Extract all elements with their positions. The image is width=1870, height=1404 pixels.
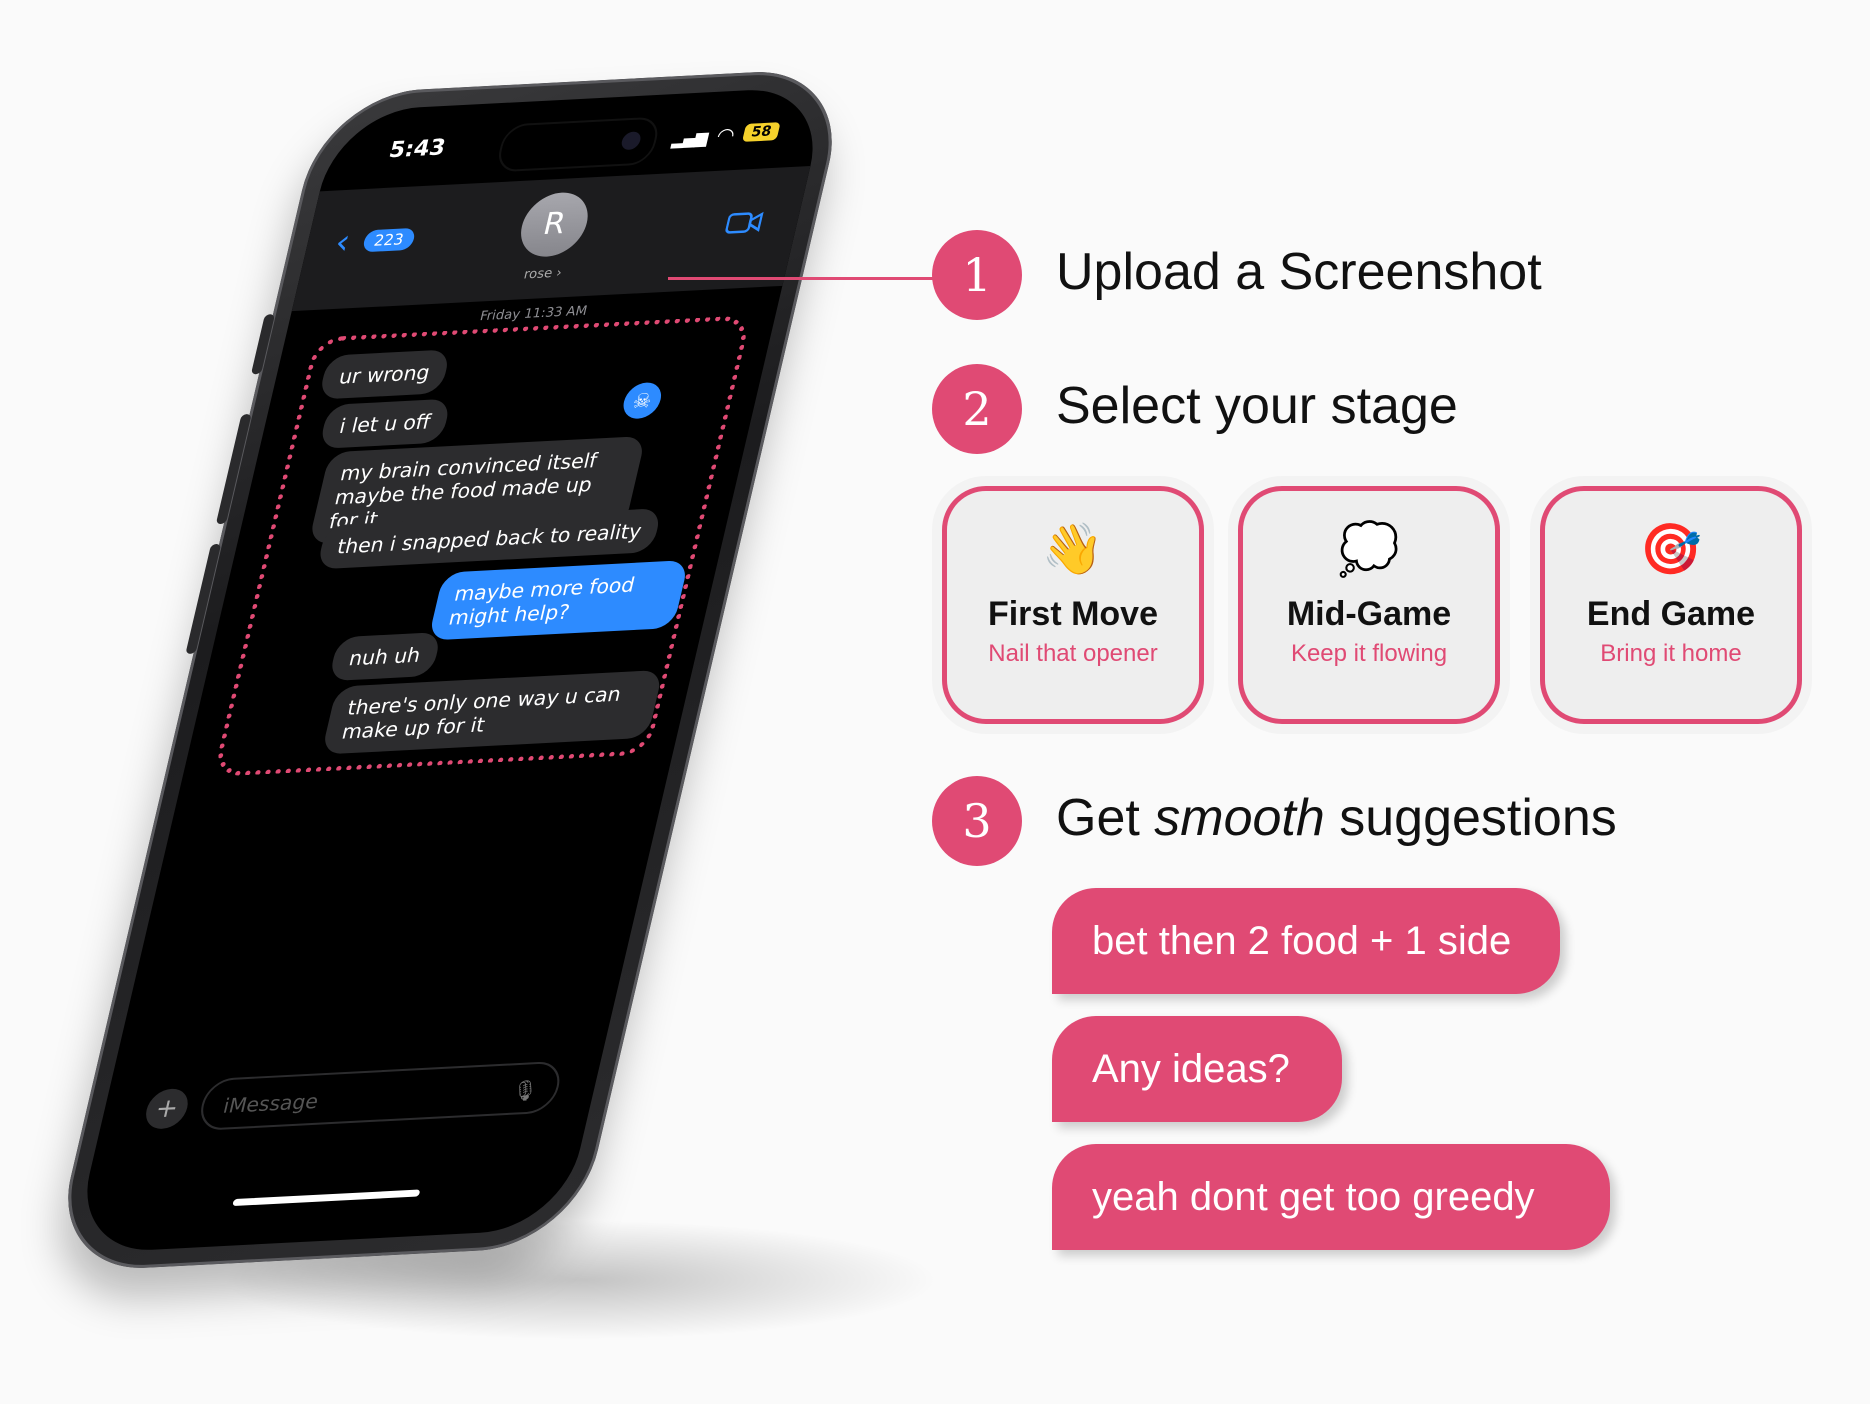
stage-title: Mid-Game: [1286, 595, 1452, 633]
contact-name[interactable]: rose ›: [296, 254, 790, 294]
contact-avatar[interactable]: R: [514, 190, 595, 259]
waving-hand-icon: 👋: [1041, 520, 1105, 578]
imessage-placeholder: iMessage: [220, 1089, 321, 1118]
step-3-number: 3: [932, 776, 1022, 866]
suggestion-bubble[interactable]: Any ideas?: [1052, 1016, 1342, 1122]
conversation-header: ‹ 223 R rose ›: [291, 166, 811, 312]
plus-icon[interactable]: +: [141, 1087, 192, 1130]
step-1-title: Upload a Screenshot: [1056, 243, 1542, 301]
home-indicator: [232, 1189, 421, 1207]
wifi-icon: ◠: [715, 122, 737, 148]
highlighted-conversation: ur wrong i let u off ☠ my brain convince…: [212, 315, 752, 777]
phone-body: 5:43 ▂▄▆ ◠ 58 ‹ 223 R rose › Friday 11:3…: [48, 67, 852, 1273]
imessage-input[interactable]: iMessage 🎙: [195, 1060, 565, 1132]
back-count-badge[interactable]: 223: [361, 227, 417, 253]
back-chevron-icon[interactable]: ‹: [331, 222, 354, 263]
step-3-title-emphasis: smooth: [1154, 789, 1325, 847]
stage-card-end-game[interactable]: 🎯 End Game Bring it home: [1540, 486, 1802, 724]
microphone-icon[interactable]: 🎙: [506, 1064, 544, 1117]
stage-title: First Move: [987, 595, 1159, 633]
skull-icon: ☠: [619, 381, 665, 420]
suggestion-bubble[interactable]: bet then 2 food + 1 side: [1052, 888, 1560, 994]
step-1-number: 1: [932, 230, 1022, 320]
phone-mockup: 5:43 ▂▄▆ ◠ 58 ‹ 223 R rose › Friday 11:3…: [48, 40, 970, 1360]
battery-badge: 58: [741, 122, 781, 142]
stage-subtitle: Nail that opener: [988, 640, 1158, 667]
step-2-number: 2: [932, 364, 1022, 454]
action-button: [250, 314, 276, 375]
video-call-icon[interactable]: [722, 208, 764, 243]
step-2-title: Select your stage: [1056, 377, 1458, 435]
status-time: 5:43: [386, 135, 448, 164]
step-3-title-prefix: Get: [1056, 789, 1155, 847]
phone-screen: 5:43 ▂▄▆ ◠ 58 ‹ 223 R rose › Friday 11:3…: [70, 86, 830, 1254]
message-bubble-incoming: nuh uh: [328, 631, 442, 682]
message-bubble-outgoing: maybe more food might help?: [427, 559, 690, 641]
dynamic-island: [494, 116, 662, 173]
stage-subtitle: Bring it home: [1600, 640, 1742, 667]
message-bubble-incoming: i let u off: [318, 398, 452, 449]
stage-subtitle: Keep it flowing: [1290, 640, 1448, 667]
thought-bubble-icon: 💭: [1337, 520, 1401, 578]
target-icon: 🎯: [1639, 520, 1703, 578]
signal-icon: ▂▄▆: [670, 127, 710, 149]
step-3-title-suffix: suggestions: [1324, 789, 1617, 847]
stage-title: End Game: [1586, 595, 1756, 633]
suggestion-bubble[interactable]: yeah dont get too greedy: [1052, 1144, 1610, 1250]
camera-icon: [619, 131, 643, 151]
message-input-bar: + iMessage 🎙: [97, 1059, 602, 1144]
connector-line: [668, 277, 936, 280]
message-bubble-incoming: ur wrong: [318, 349, 452, 400]
message-bubble-incoming: there's only one way u can make up for i…: [321, 669, 664, 755]
stage-card-mid-game[interactable]: 💭 Mid-Game Keep it flowing: [1238, 486, 1500, 724]
step-3-title: Get smooth suggestions: [1056, 788, 1617, 848]
stage-card-first-move[interactable]: 👋 First Move Nail that opener: [942, 486, 1204, 724]
